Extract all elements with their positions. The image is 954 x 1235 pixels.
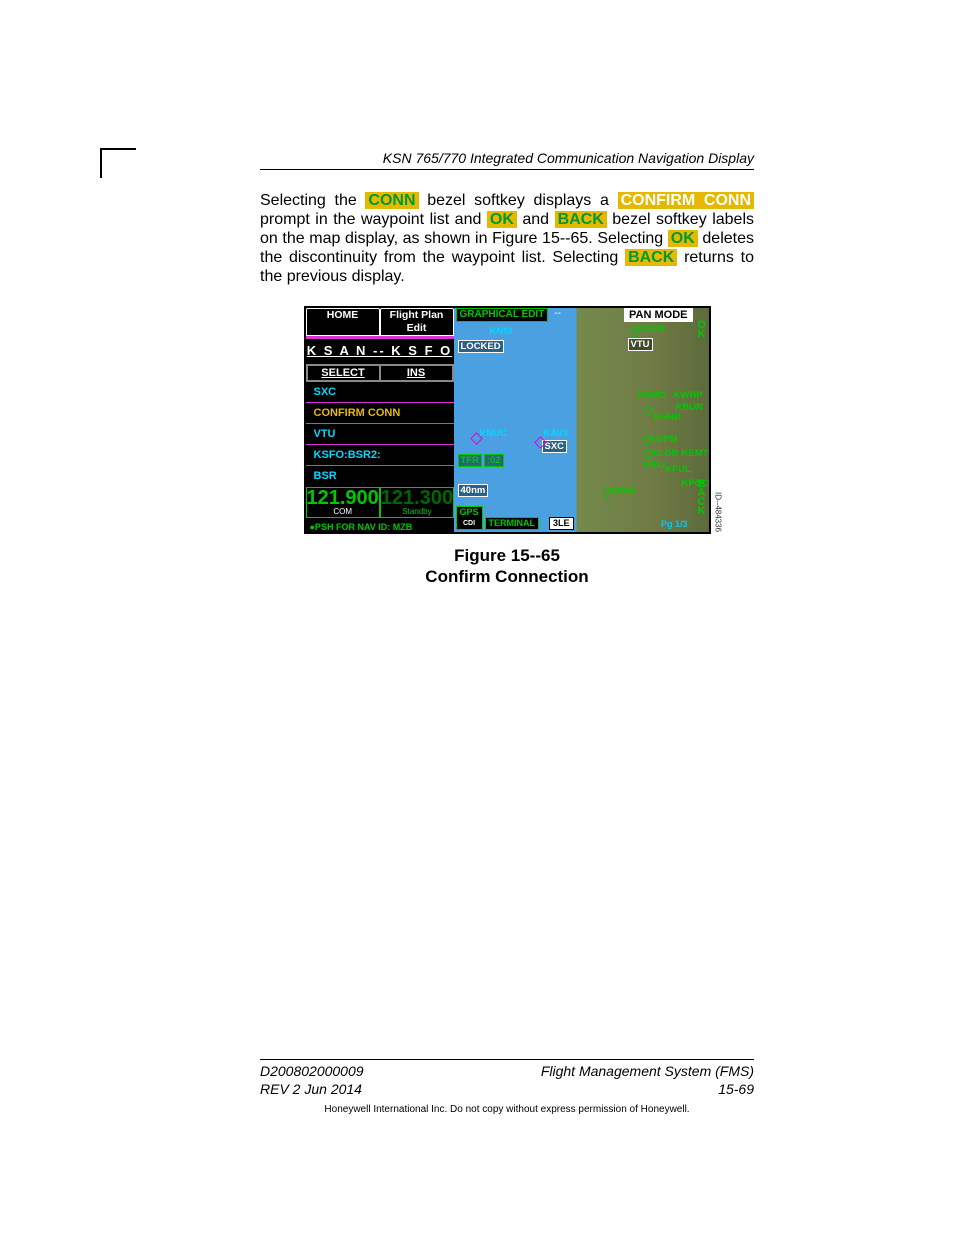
pan-mode-tab[interactable]: PAN MODE	[624, 308, 692, 322]
range-box: 40nm	[458, 484, 489, 497]
map-ksli: KSLI	[644, 460, 666, 471]
waypoint-sxc[interactable]: SXC	[306, 382, 454, 403]
map-koxr: KOXR	[638, 324, 665, 335]
waypoint-bsr[interactable]: BSR	[306, 466, 454, 486]
page-footer: D200802000009 REV 2 Jun 2014 Flight Mana…	[260, 1059, 754, 1115]
waypoint-ksfo-bsr2[interactable]: KSFO:BSR2:	[306, 445, 454, 466]
figure-id-label: ID--484336	[714, 492, 723, 532]
map-kwhp: KWHP	[674, 390, 703, 401]
map-klgb: KLGB	[652, 448, 679, 459]
back-softkey-ref2: BACK	[625, 249, 677, 266]
com-active[interactable]: 121.900 COM	[306, 487, 380, 518]
figure-15-65: HOME Flight Plan Edit K S A N -- K S F O…	[304, 306, 711, 534]
tab-sep: --	[554, 308, 561, 322]
ok-softkey-label[interactable]: OK	[695, 308, 709, 348]
route-title: K S A N -- K S F O	[306, 339, 454, 364]
3le-box: 3LE	[549, 517, 574, 530]
select-ins-row: SELECT INS	[306, 364, 454, 382]
map-ksna: KSNA	[610, 486, 637, 497]
com-radio-box: 121.900 COM 121.300 Standby	[306, 487, 454, 518]
ins-button[interactable]: INS	[380, 365, 453, 381]
map-bottom-row: GPS CDI TERMINAL 3LE Pg 1/3	[454, 505, 709, 532]
circle-icon	[644, 450, 653, 459]
map-khhr: KHHR	[654, 412, 681, 423]
terminal-box: TERMINAL	[485, 517, 540, 530]
header-title: KSN 765/770 Integrated Communication Nav…	[383, 150, 754, 166]
map-kcpm: KCPM	[650, 434, 678, 445]
page-indicator: Pg 1/3	[658, 519, 691, 530]
page-header: KSN 765/770 Integrated Communication Nav…	[260, 150, 754, 170]
circle-icon	[602, 488, 611, 497]
copyright-line: Honeywell International Inc. Do not copy…	[260, 1104, 754, 1115]
rev-date: REV 2 Jun 2014	[260, 1081, 362, 1097]
gps-cdi-box: GPS CDI	[456, 506, 483, 530]
doc-id: D200802000009	[260, 1063, 364, 1079]
circle-icon	[630, 328, 639, 337]
select-button[interactable]: SELECT	[307, 365, 380, 381]
graphical-edit-tab[interactable]: GRAPHICAL EDIT	[456, 308, 549, 322]
flight-plan-edit-tab[interactable]: Flight Plan Edit	[380, 308, 454, 336]
figure-caption: Figure 15--65 Confirm Connection	[260, 546, 754, 587]
map-kavx: KAVX	[544, 428, 570, 439]
circle-icon	[642, 436, 651, 445]
map-top-tabs: GRAPHICAL EDIT -- PAN MODE	[454, 308, 695, 322]
system-name: Flight Management System (FMS)	[541, 1063, 754, 1079]
conn-softkey: CONN	[365, 192, 418, 209]
circle-icon	[644, 406, 653, 415]
home-tab[interactable]: HOME	[306, 308, 380, 336]
map-vtu: VTU	[628, 338, 653, 351]
tfr-box: TFR :02	[458, 454, 504, 467]
push-for-nav-line: ●PSH FOR NAV ID: MZB	[306, 522, 458, 532]
map-kpoc: KPOC	[682, 478, 709, 489]
map-kbur: KBUR	[676, 402, 703, 413]
map-knuc: KNUC	[480, 428, 507, 439]
page-number: 15-69	[718, 1081, 754, 1097]
corner-mark	[100, 148, 136, 178]
map-kful: KFUL	[666, 464, 691, 475]
com-standby[interactable]: 121.300 Standby	[380, 487, 454, 518]
ok-softkey-ref1: OK	[487, 211, 517, 228]
waypoint-vtu[interactable]: VTU	[306, 424, 454, 445]
confirm-conn-softkey: CONFIRM CONN	[618, 192, 754, 209]
map-knsi: KNSI	[490, 326, 513, 337]
ok-softkey-ref2: OK	[668, 230, 698, 247]
map-display[interactable]: GRAPHICAL EDIT -- PAN MODE OK BACK LOCKE…	[454, 308, 709, 532]
map-ksmo: KSMO	[638, 390, 667, 401]
left-panel-tabs: HOME Flight Plan Edit	[306, 308, 454, 339]
locked-badge: LOCKED	[458, 340, 504, 353]
body-paragraph: Selecting the CONN bezel softkey display…	[260, 192, 754, 286]
waypoint-list-panel: HOME Flight Plan Edit K S A N -- K S F O…	[306, 308, 454, 532]
confirm-conn-prompt[interactable]: CONFIRM CONN	[306, 403, 454, 424]
back-softkey-ref1: BACK	[555, 211, 607, 228]
map-kemt: KEMT	[682, 448, 709, 459]
